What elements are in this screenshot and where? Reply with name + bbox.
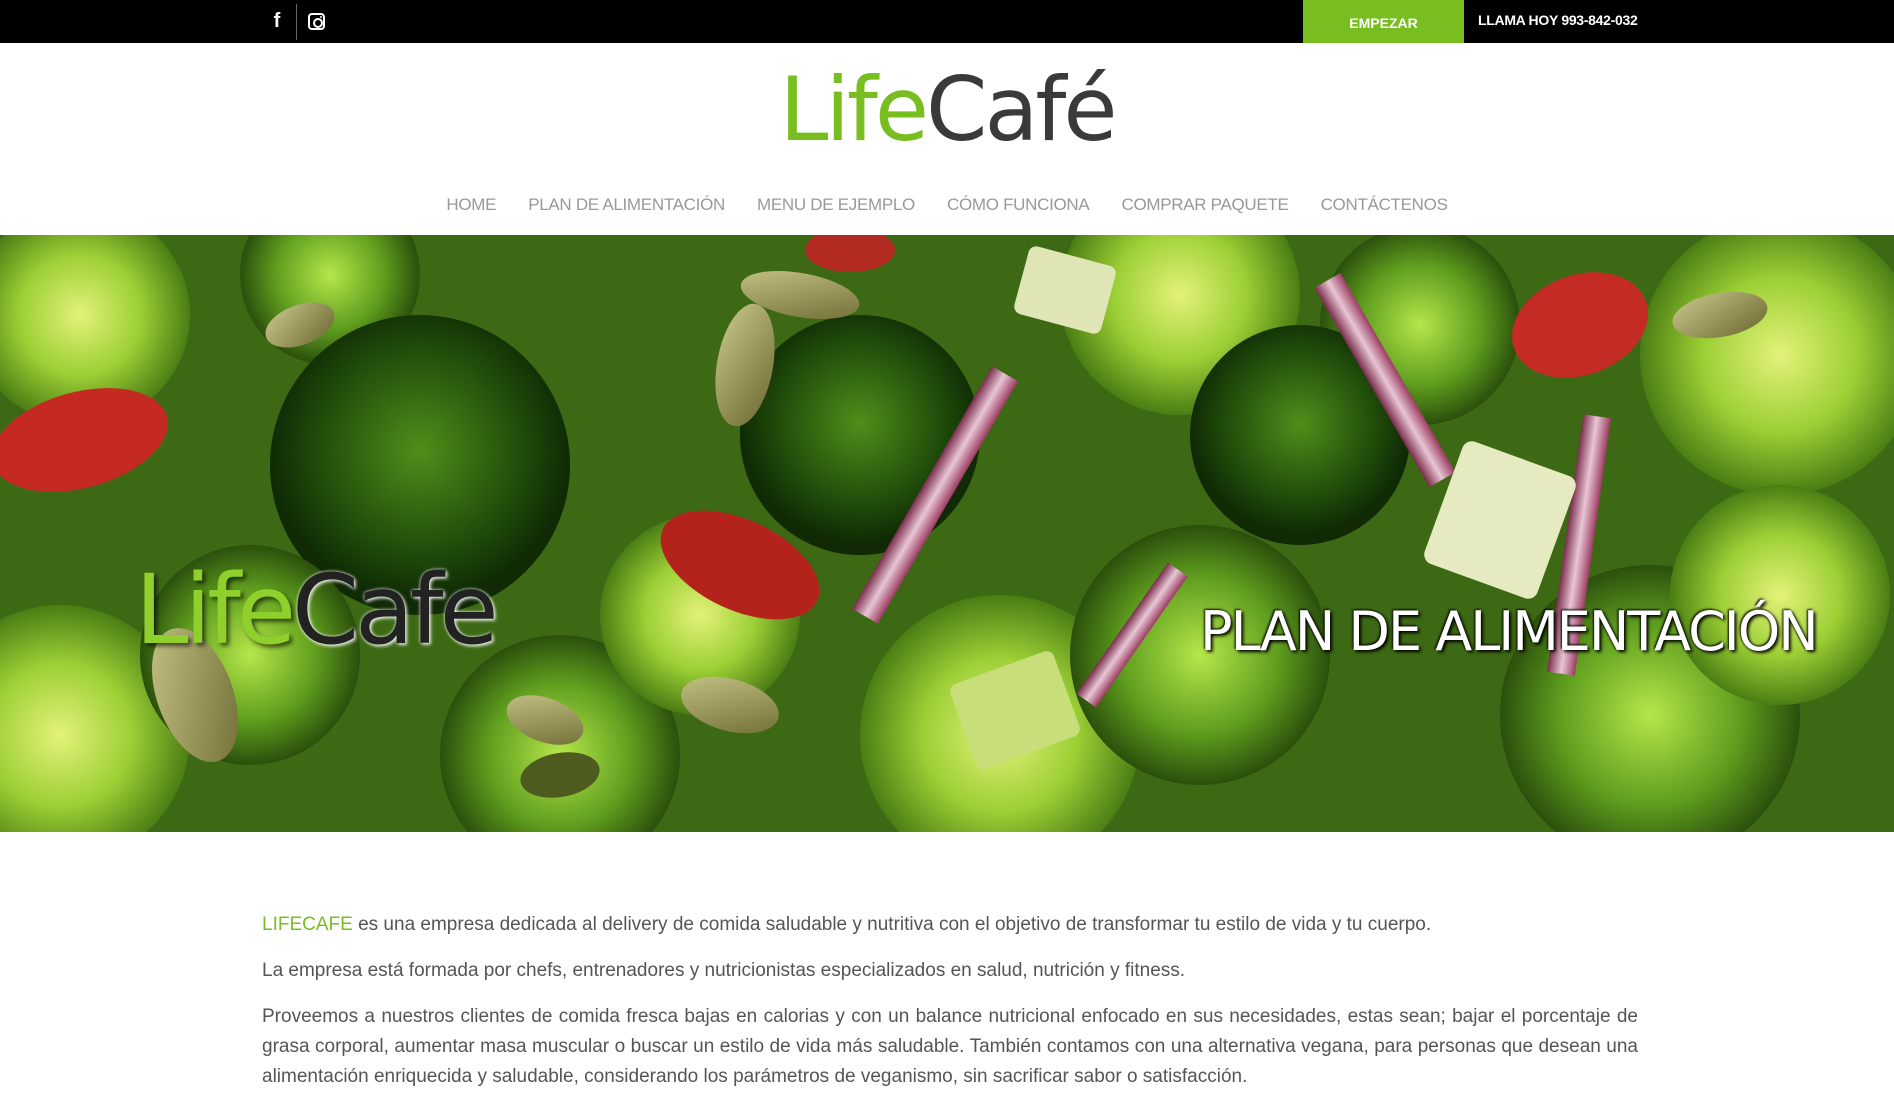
nav-item-como-funciona[interactable]: CÓMO FUNCIONA (931, 190, 1106, 220)
salad-image (0, 235, 1894, 832)
facebook-icon[interactable]: f (258, 0, 296, 43)
logo-life: Life (779, 58, 929, 161)
instagram-icon[interactable] (297, 0, 335, 43)
nav-item-home[interactable]: HOME (430, 190, 512, 220)
nav-item-comprar-paquete[interactable]: COMPRAR PAQUETE (1105, 190, 1304, 220)
intro-paragraph-1: LIFECAFE es una empresa dedicada al deli… (262, 914, 1432, 935)
social-links: f (258, 0, 335, 43)
logo-cafe: Café (926, 58, 1117, 161)
empezar-button[interactable]: EMPEZAR (1303, 0, 1464, 43)
main-nav: HOME PLAN DE ALIMENTACIÓN MENU DE EJEMPL… (0, 190, 1894, 220)
nav-item-contactenos[interactable]: CONTÁCTENOS (1305, 190, 1464, 220)
brand-name: LIFECAFE (262, 914, 353, 935)
hero-title: PLAN DE ALIMENTACIÓN (1200, 600, 1819, 663)
phone-label: LLAMA HOY 993-842-032 (1478, 11, 1638, 28)
intro-content: LIFECAFE es una empresa dedicada al deli… (262, 910, 1638, 1108)
intro-paragraph-2: La empresa está formada por chefs, entre… (262, 960, 1186, 981)
nav-item-menu-de-ejemplo[interactable]: MENU DE EJEMPLO (741, 190, 931, 220)
nav-item-plan-de-alimentacion[interactable]: PLAN DE ALIMENTACIÓN (512, 190, 741, 220)
site-logo[interactable]: LifeCafé (0, 60, 1894, 160)
top-bar: f EMPEZAR LLAMA HOY 993-842-032 (0, 0, 1894, 43)
hero-brand: LifeCafe (135, 554, 499, 666)
hero-banner: LifeCafe PLAN DE ALIMENTACIÓN (0, 235, 1894, 832)
